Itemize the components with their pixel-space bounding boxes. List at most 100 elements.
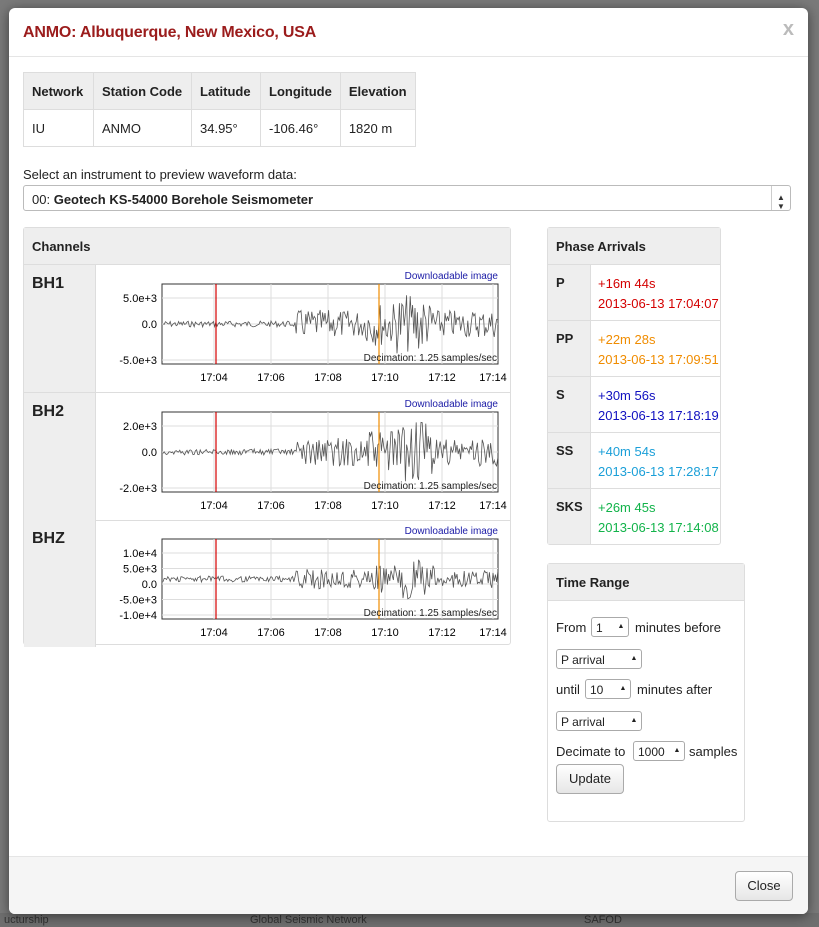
column-header: Elevation bbox=[339, 72, 416, 110]
phase-value: +26m 45s 2013-06-13 17:14:08 bbox=[598, 498, 719, 538]
dropdown-arrow-icon: ▲ bbox=[630, 717, 638, 724]
update-button[interactable]: Update bbox=[556, 764, 624, 794]
time-tick-label: 17:04 bbox=[200, 372, 228, 384]
phase-name-cell: P bbox=[548, 265, 591, 320]
decimate-value: 1000 bbox=[638, 745, 665, 759]
channel-row: BHZ Downloadable image 17:04 17:06 17:08 17:1… bbox=[24, 520, 510, 647]
instrument-prefix: 00: bbox=[32, 192, 51, 207]
phase-offset: +40m 54s bbox=[598, 444, 656, 459]
time-tick-label: 17:14 bbox=[479, 372, 507, 384]
amplitude-tick-label: 0.0 bbox=[142, 579, 157, 591]
column-header: Longitude bbox=[260, 72, 341, 110]
time-tick-label: 17:08 bbox=[314, 372, 342, 384]
samples-label: samples bbox=[689, 744, 738, 759]
phase-time: 2013-06-13 17:28:17 bbox=[598, 464, 719, 479]
phase-arrivals-panel: Phase Arrivals P +16m 44s 2013-06-13 17:04… bbox=[547, 227, 721, 545]
phase-name-cell: SKS bbox=[548, 489, 591, 544]
phase-offset: +16m 44s bbox=[598, 276, 656, 291]
from-minutes-select[interactable]: 1 ▲ bbox=[591, 617, 629, 637]
phase-row: P +16m 44s 2013-06-13 17:04:07 bbox=[548, 264, 720, 320]
phase-time: 2013-06-13 17:18:19 bbox=[598, 408, 719, 423]
amplitude-tick-label: -2.0e+3 bbox=[119, 483, 157, 495]
decimation-label: Decimation: 1.25 samples/sec bbox=[364, 481, 497, 492]
channel-row: BH2 Downloadable image 17:04 17:06 17:08 17:1… bbox=[24, 392, 510, 521]
column-header: Station Code bbox=[93, 72, 192, 110]
time-tick-label: 17:10 bbox=[371, 500, 399, 512]
time-range-heading-text: Time Range bbox=[556, 575, 630, 590]
time-tick-label: 17:08 bbox=[314, 627, 342, 639]
amplitude-tick-label: -1.0e+4 bbox=[119, 610, 157, 622]
decimate-label: Decimate to bbox=[556, 744, 626, 759]
amplitude-tick-label: -5.0e+3 bbox=[119, 355, 157, 367]
until-minutes-select[interactable]: 10 ▲ bbox=[585, 679, 631, 699]
until-label: until bbox=[556, 682, 580, 697]
time-tick-label: 17:10 bbox=[371, 372, 399, 384]
phase-value: +40m 54s 2013-06-13 17:28:17 bbox=[598, 442, 719, 482]
amplitude-tick-label: 5.0e+3 bbox=[123, 564, 157, 576]
dropdown-arrow-icon: ▲ bbox=[673, 747, 681, 754]
time-tick-label: 17:12 bbox=[428, 372, 456, 384]
instrument-name: Geotech KS-54000 Borehole Seismometer bbox=[53, 192, 314, 207]
phase-value: +16m 44s 2013-06-13 17:04:07 bbox=[598, 274, 719, 314]
phase-name: SKS bbox=[556, 499, 583, 514]
background-footer-text: Global Seismic Network bbox=[250, 914, 367, 926]
until-minutes-value: 10 bbox=[590, 683, 604, 697]
dropdown-arrow-icon: ▲ bbox=[630, 655, 638, 662]
instrument-select-value: 00: Geotech KS-54000 Borehole Seismomete… bbox=[32, 192, 313, 207]
channel-name-cell: BHZ bbox=[24, 520, 96, 647]
station-table: Network Station Code Latitude Longitude … bbox=[23, 72, 416, 147]
column-header: Latitude bbox=[191, 72, 261, 110]
from-phase-select[interactable]: P arrival ▲ bbox=[556, 649, 642, 669]
decimate-select[interactable]: 1000 ▲ bbox=[633, 741, 685, 761]
amplitude-tick-label: -5.0e+3 bbox=[119, 595, 157, 607]
dropdown-arrow-icon: ▲ bbox=[619, 685, 627, 692]
channel-name: BH1 bbox=[32, 275, 65, 292]
time-range-heading: Time Range bbox=[548, 564, 744, 601]
waveform-plot: Downloadable image 17:04 17:06 17:08 17:10 17… bbox=[96, 520, 510, 647]
station-modal: ANMO: Albuquerque, New Mexico, USA x Net… bbox=[9, 8, 808, 914]
waveform-svg: 17:04 17:06 17:08 17:10 17:12 17:14 2.0e+3 0.0 -… bbox=[119, 411, 507, 512]
time-tick-label: 17:10 bbox=[371, 627, 399, 639]
modal-title: ANMO: Albuquerque, New Mexico, USA bbox=[23, 24, 317, 41]
phase-offset: +30m 56s bbox=[598, 388, 656, 403]
phase-offset: +22m 28s bbox=[598, 332, 656, 347]
close-button[interactable]: Close bbox=[735, 871, 793, 901]
time-tick-label: 17:14 bbox=[479, 627, 507, 639]
amplitude-tick-label: 1.0e+4 bbox=[123, 548, 157, 560]
minutes-before-label: minutes before bbox=[635, 620, 721, 635]
modal-header: ANMO: Albuquerque, New Mexico, USA x bbox=[9, 8, 808, 57]
instrument-select[interactable]: 00: Geotech KS-54000 Borehole Seismomete… bbox=[23, 185, 791, 211]
channels-panel: Channels BH1 Downloadable image 17:04 17:06… bbox=[23, 227, 511, 647]
table-cell: 34.95° bbox=[191, 109, 261, 147]
amplitude-tick-label: 2.0e+3 bbox=[123, 421, 157, 433]
phase-name: P bbox=[556, 275, 565, 290]
from-label: From bbox=[556, 620, 587, 635]
channel-name-cell: BH2 bbox=[24, 392, 96, 520]
amplitude-tick-label: 5.0e+3 bbox=[123, 293, 157, 305]
background-footer-text: SAFOD bbox=[584, 914, 622, 926]
time-range-panel: Time Range From 1 ▲ minutes before P arri… bbox=[547, 563, 745, 822]
until-phase-select[interactable]: P arrival ▲ bbox=[556, 711, 642, 731]
from-minutes-value: 1 bbox=[596, 621, 603, 635]
phase-name: SS bbox=[556, 443, 574, 458]
time-tick-label: 17:06 bbox=[257, 372, 285, 384]
time-tick-label: 17:06 bbox=[257, 500, 285, 512]
decimation-label: Decimation: 1.25 samples/sec bbox=[364, 353, 497, 364]
instrument-select-label: Select an instrument to preview waveform… bbox=[23, 167, 297, 182]
plot-frame bbox=[161, 538, 499, 620]
amplitude-tick-label: 0.0 bbox=[142, 447, 157, 459]
phase-arrivals-heading: Phase Arrivals bbox=[548, 228, 720, 264]
close-x-icon[interactable]: x bbox=[783, 18, 794, 41]
background-footer: ucturship Global Seismic Network SAFOD bbox=[0, 913, 819, 927]
waveform-svg: 17:04 17:06 17:08 17:10 17:12 17:14 5.0e+3 0.0 -… bbox=[119, 283, 507, 384]
table-cell: 1820 m bbox=[339, 109, 416, 147]
phase-row: SS +40m 54s 2013-06-13 17:28:17 bbox=[548, 432, 720, 488]
waveform-plot: Downloadable image 17:04 17:06 17:08 17:10 17… bbox=[96, 265, 510, 392]
time-tick-label: 17:04 bbox=[200, 500, 228, 512]
phase-name: PP bbox=[556, 331, 574, 346]
phase-row: SKS +26m 45s 2013-06-13 17:14:08 bbox=[548, 488, 720, 544]
phase-time: 2013-06-13 17:14:08 bbox=[598, 520, 719, 535]
phase-value: +22m 28s 2013-06-13 17:09:51 bbox=[598, 330, 719, 370]
waveform-plot: Downloadable image 17:04 17:06 17:08 17:10 17… bbox=[96, 393, 510, 520]
phase-name-cell: PP bbox=[548, 321, 591, 376]
